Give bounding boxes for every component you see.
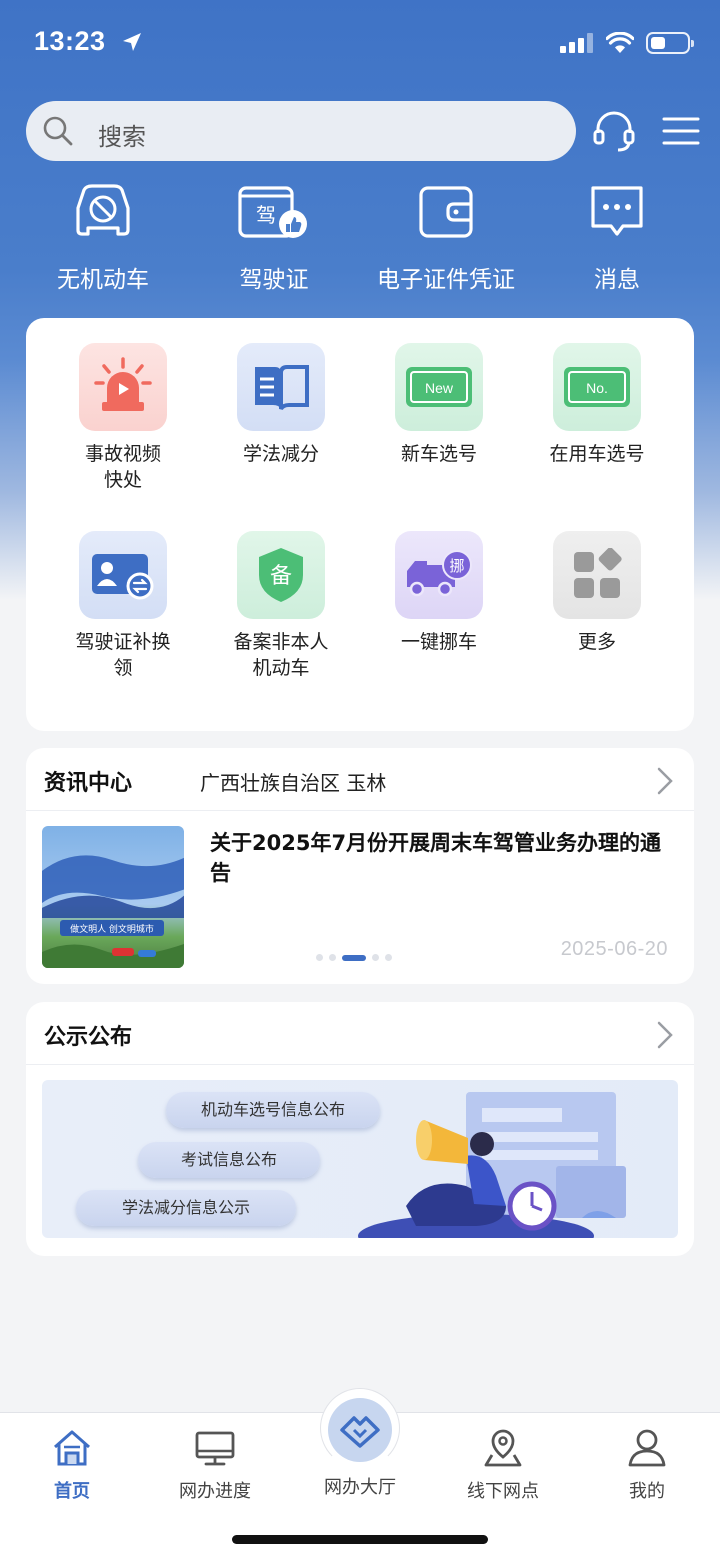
service-move-car[interactable]: 挪 一键挪车 — [359, 531, 519, 655]
news-card: 资讯中心 广西壮族自治区 玉林 做文明人 创文明城市 关于2025年7月份开展周… — [26, 748, 694, 984]
location-arrow-icon — [123, 33, 141, 51]
wifi-icon — [606, 32, 634, 53]
tab-mine[interactable]: 我的 — [575, 1427, 719, 1503]
tab-progress[interactable]: 网办进度 — [143, 1427, 287, 1503]
service-label: 备案非本人机动车 — [233, 631, 329, 679]
service-label: 在用车选号 — [549, 443, 645, 465]
service-register-vehicle[interactable]: 备 备案非本人机动车 — [201, 531, 361, 681]
carousel-dot — [329, 954, 336, 961]
map-pin-icon — [484, 1429, 522, 1467]
service-label: 事故视频快处 — [84, 443, 161, 491]
svg-text:No.: No. — [586, 380, 608, 396]
thumbnail-art: 做文明人 创文明城市 — [42, 855, 184, 968]
svg-text:挪: 挪 — [449, 557, 464, 575]
chevron-right-icon[interactable] — [656, 766, 674, 796]
wallet-icon — [419, 186, 473, 238]
pill-plate-info[interactable]: 机动车选号信息公布 — [166, 1092, 380, 1128]
tab-label: 我的 — [629, 1481, 665, 1502]
service-label: 一键挪车 — [400, 631, 477, 653]
battery-icon — [646, 32, 694, 54]
service-label: 新车选号 — [400, 443, 477, 465]
service-accident-video[interactable]: 事故视频快处 — [43, 343, 203, 493]
tab-home[interactable]: 首页 — [0, 1427, 144, 1503]
tab-label: 网办进度 — [179, 1481, 251, 1502]
search-row: 搜索 — [26, 101, 706, 161]
search-icon — [43, 116, 73, 146]
carousel-dot-active — [342, 954, 366, 961]
tab-label: 首页 — [54, 1481, 90, 1502]
service-new-plate[interactable]: New 新车选号 — [359, 343, 519, 467]
service-label: 更多 — [577, 631, 616, 653]
customer-service-icon[interactable] — [592, 109, 636, 153]
notice-section-title: 公示公布 — [44, 1025, 133, 1050]
pill-study-info[interactable]: 学法减分信息公示 — [76, 1190, 296, 1226]
license-icon: 驾 — [238, 186, 307, 238]
plate-no-icon: No. — [553, 343, 641, 431]
status-time: 13:23 — [34, 26, 106, 56]
chevron-right-icon[interactable] — [656, 1020, 674, 1050]
message-icon — [591, 186, 643, 236]
book-icon — [237, 343, 325, 431]
truck-icon: 挪 — [395, 531, 483, 619]
quick-label: 无机动车 — [57, 267, 149, 293]
quick-license[interactable]: 驾 驾驶证 — [184, 182, 364, 294]
megaphone-illustration — [358, 1092, 626, 1238]
divider — [26, 810, 694, 811]
tab-label: 网办大厅 — [324, 1477, 396, 1498]
service-used-plate[interactable]: No. 在用车选号 — [517, 343, 677, 467]
news-thumbnail[interactable]: 做文明人 创文明城市 — [42, 826, 184, 968]
handshake-icon[interactable] — [328, 1398, 392, 1462]
svg-text:New: New — [425, 380, 454, 396]
carousel-dot — [316, 954, 323, 961]
carousel-dot — [372, 954, 379, 961]
more-grid-icon — [553, 531, 641, 619]
pill-exam-info[interactable]: 考试信息公布 — [138, 1142, 320, 1178]
plate-new-icon: New — [395, 343, 483, 431]
news-headline[interactable]: 关于2025年7月份开展周末车驾管业务办理的通告 — [210, 828, 680, 888]
notice-banner[interactable]: 机动车选号信息公布 考试信息公布 学法减分信息公示 — [42, 1080, 678, 1238]
divider — [26, 1064, 694, 1065]
monitor-icon — [195, 1431, 235, 1466]
services-card: 事故视频快处 学法减分 New 新车选号 No. 在用车选号 驾驶证补换领 备 … — [26, 318, 694, 731]
service-more[interactable]: 更多 — [517, 531, 677, 655]
service-license-replace[interactable]: 驾驶证补换领 — [43, 531, 203, 681]
no-vehicle-icon — [76, 184, 130, 236]
home-indicator[interactable] — [232, 1535, 488, 1544]
service-label: 学法减分 — [242, 443, 319, 465]
news-region[interactable]: 广西壮族自治区 玉林 — [200, 767, 386, 796]
menu-icon[interactable] — [662, 115, 700, 147]
siren-icon — [79, 343, 167, 431]
tab-offline-points[interactable]: 线下网点 — [431, 1427, 575, 1503]
service-study-points[interactable]: 学法减分 — [201, 343, 361, 467]
quick-no-vehicle[interactable]: 无机动车 — [13, 182, 193, 294]
svg-text:驾: 驾 — [256, 203, 276, 227]
service-label: 驾驶证补换领 — [75, 631, 171, 679]
quick-e-certificate[interactable]: 电子证件凭证 — [356, 182, 536, 294]
user-icon — [628, 1429, 666, 1467]
quick-label: 消息 — [594, 267, 640, 293]
search-placeholder: 搜索 — [98, 123, 146, 151]
quick-messages[interactable]: 消息 — [527, 182, 707, 294]
svg-text:做文明人 创文明城市: 做文明人 创文明城市 — [70, 923, 154, 935]
search-input[interactable]: 搜索 — [26, 101, 576, 161]
tab-online-hall[interactable]: 网办大厅 — [288, 1473, 432, 1499]
svg-text:备: 备 — [270, 564, 292, 589]
cellular-signal-icon — [560, 33, 593, 53]
tab-label: 线下网点 — [467, 1481, 539, 1502]
home-icon — [54, 1430, 90, 1466]
id-swap-icon — [79, 531, 167, 619]
notice-card: 公示公布 机动车选号信息公布 考试信息公布 学法减分信息公示 — [26, 1002, 694, 1256]
quick-label: 电子证件凭证 — [377, 267, 515, 293]
news-section-title: 资讯中心 — [44, 771, 133, 796]
carousel-dot — [385, 954, 392, 961]
news-date: 2025-06-20 — [560, 938, 668, 960]
quick-actions: 无机动车 驾 驾驶证 电子证件凭证 消息 — [0, 182, 720, 302]
carousel-indicator — [316, 954, 392, 961]
quick-label: 驾驶证 — [239, 267, 309, 293]
status-bar: 13:23 — [0, 0, 720, 88]
shield-icon: 备 — [237, 531, 325, 619]
